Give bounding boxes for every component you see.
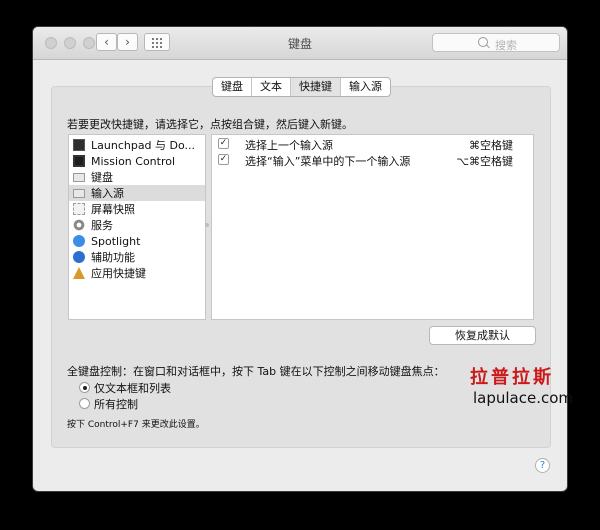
checkmark-icon: ✓ [219, 138, 228, 148]
keyboard-icon [73, 172, 85, 182]
category-item-keyboard[interactable]: 键盘 [69, 169, 205, 185]
category-label: 辅助功能 [91, 251, 135, 264]
category-label: 输入源 [91, 187, 124, 200]
category-item-launchpad[interactable]: Launchpad 与 Do... [69, 137, 205, 153]
shortcut-name: 选择“输入”菜单中的下一个输入源 [245, 155, 411, 168]
category-label: 键盘 [91, 171, 113, 184]
category-label: Launchpad 与 Do... [91, 139, 196, 152]
screenshot-icon [73, 203, 85, 215]
category-item-app-shortcuts[interactable]: 应用快捷键 [69, 265, 205, 281]
checkmark-icon: ✓ [219, 154, 228, 164]
category-item-spotlight[interactable]: Spotlight [69, 233, 205, 249]
category-label: 服务 [91, 219, 113, 232]
category-label: Mission Control [91, 154, 176, 168]
keyboard-preferences-window: ‹ › 键盘 搜索 键盘 文本 快捷键 输入源 若要更改快捷键，请选择它，点按组… [33, 27, 567, 491]
shortcut-key[interactable]: ⌘空格键 [469, 137, 513, 153]
watermark-url: lapulace.com [473, 389, 574, 407]
tab-bar: 键盘 文本 快捷键 输入源 [212, 77, 391, 97]
category-item-accessibility[interactable]: 辅助功能 [69, 249, 205, 265]
app-shortcuts-icon [73, 267, 85, 279]
split-view-handle[interactable] [205, 223, 209, 227]
shortcut-checkbox[interactable]: ✓ [218, 154, 229, 165]
search-icon [478, 37, 488, 47]
restore-defaults-button[interactable]: 恢复成默认 [429, 326, 536, 345]
category-list: Launchpad 与 Do... Mission Control 键盘 输入源… [68, 134, 206, 320]
title-bar: ‹ › 键盘 搜索 [33, 27, 567, 60]
question-mark-icon: ? [539, 460, 546, 471]
shortcut-key[interactable]: ⌥⌘空格键 [456, 153, 513, 169]
search-placeholder: 搜索 [495, 39, 517, 52]
tab-keyboard[interactable]: 键盘 [213, 78, 252, 96]
category-item-screenshots[interactable]: 屏幕快照 [69, 201, 205, 217]
watermark-chinese: 拉普拉斯 [470, 367, 554, 388]
radio-label: 仅文本框和列表 [94, 382, 171, 395]
radio-label: 所有控制 [94, 398, 138, 411]
tab-shortcuts[interactable]: 快捷键 [291, 78, 341, 96]
gear-icon [73, 219, 85, 231]
tab-text[interactable]: 文本 [252, 78, 291, 96]
instruction-text: 若要更改快捷键，请选择它，点按组合键，然后键入新键。 [67, 118, 353, 131]
search-field[interactable]: 搜索 [432, 33, 560, 52]
input-source-icon [73, 188, 85, 198]
category-item-services[interactable]: 服务 [69, 217, 205, 233]
help-button[interactable]: ? [535, 458, 550, 473]
category-item-input-sources[interactable]: 输入源 [69, 185, 205, 201]
hint-text: 按下 Control+F7 来更改此设置。 [67, 420, 205, 430]
shortcut-name: 选择上一个输入源 [245, 139, 333, 152]
category-item-mission-control[interactable]: Mission Control [69, 153, 205, 169]
shortcut-row[interactable]: ✓ 选择上一个输入源 ⌘空格键 [212, 136, 533, 152]
shortcut-row[interactable]: ✓ 选择“输入”菜单中的下一个输入源 ⌥⌘空格键 [212, 152, 533, 168]
accessibility-icon [73, 251, 85, 263]
launchpad-icon [73, 139, 85, 151]
radio-text-boxes-and-lists[interactable] [79, 382, 90, 393]
category-label: 应用快捷键 [91, 267, 146, 280]
shortcut-checkbox[interactable]: ✓ [218, 138, 229, 149]
radio-all-controls[interactable] [79, 398, 90, 409]
keyboard-control-label: 全键盘控制：在窗口和对话框中，按下 Tab 键在以下控制之间移动键盘焦点： [67, 365, 445, 378]
category-label: 屏幕快照 [91, 203, 135, 216]
tab-input-sources[interactable]: 输入源 [341, 78, 390, 96]
spotlight-icon [73, 235, 85, 247]
shortcut-table: ✓ 选择上一个输入源 ⌘空格键 ✓ 选择“输入”菜单中的下一个输入源 ⌥⌘空格键 [211, 134, 534, 320]
mission-control-icon [73, 155, 85, 167]
category-label: Spotlight [91, 234, 141, 248]
